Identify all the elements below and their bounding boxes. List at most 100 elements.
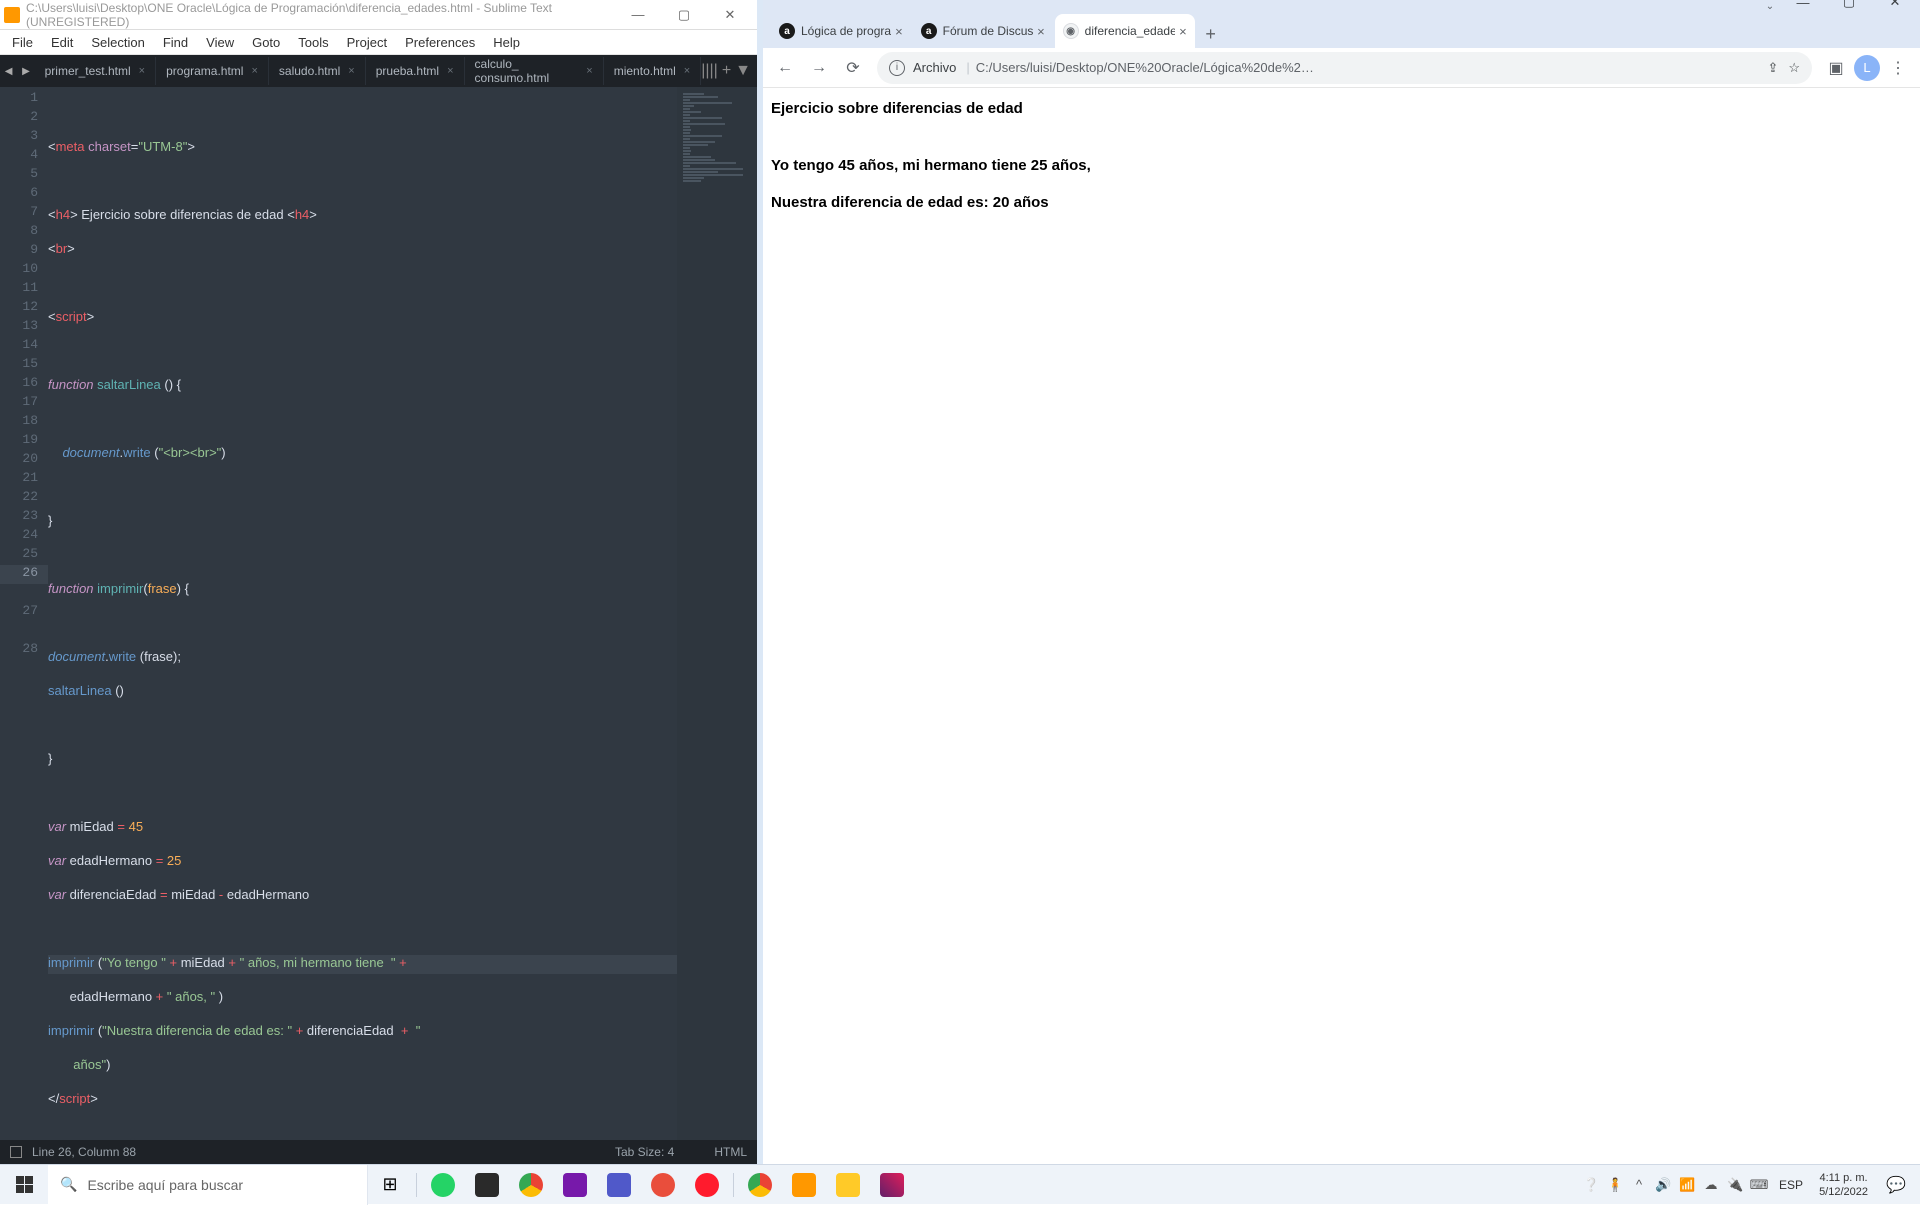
tab-close-icon[interactable]: × bbox=[586, 65, 592, 77]
tab-prev-icon[interactable]: ◀ bbox=[0, 66, 17, 77]
browser-tab[interactable]: aFórum de Discus× bbox=[913, 14, 1053, 48]
bookmark-icon[interactable]: ☆ bbox=[1788, 60, 1800, 76]
menu-tools[interactable]: Tools bbox=[290, 33, 336, 52]
tab-close-icon[interactable]: × bbox=[1179, 24, 1187, 39]
tab-close-icon[interactable]: × bbox=[895, 24, 903, 39]
taskbar-app-opera[interactable] bbox=[685, 1165, 729, 1205]
status-cursor: Line 26, Column 88 bbox=[32, 1145, 136, 1159]
tab-close-icon[interactable]: × bbox=[1037, 24, 1045, 39]
reload-button[interactable]: ⟳ bbox=[837, 52, 869, 84]
site-info-icon[interactable]: i bbox=[889, 60, 905, 76]
tab-scroll-icon[interactable]: |||| bbox=[701, 62, 718, 80]
chrome-tabstrip: aLógica de progra× aFórum de Discus× ◉di… bbox=[763, 12, 1920, 48]
tray-chevron-icon[interactable]: ^ bbox=[1627, 1165, 1651, 1205]
editor-tab[interactable]: primer_test.html × bbox=[35, 57, 156, 85]
status-panel-icon[interactable] bbox=[10, 1146, 22, 1158]
menu-file[interactable]: File bbox=[4, 33, 41, 52]
tray-date: 5/12/2022 bbox=[1819, 1185, 1868, 1199]
tab-label: Lógica de progra bbox=[801, 24, 891, 38]
taskbar-running-sublime[interactable] bbox=[782, 1165, 826, 1205]
menu-goto[interactable]: Goto bbox=[244, 33, 288, 52]
editor-tab[interactable]: calculo_ consumo.html × bbox=[465, 57, 604, 85]
taskbar-search[interactable]: 🔍 Escribe aquí para buscar bbox=[48, 1165, 368, 1205]
chrome-toolbar: ← → ⟳ i Archivo | C:/Users/luisi/Desktop… bbox=[763, 48, 1920, 88]
url-scheme: Archivo bbox=[913, 60, 956, 75]
close-button[interactable]: ✕ bbox=[707, 0, 753, 30]
tray-onedrive-icon[interactable]: ☁ bbox=[1699, 1165, 1723, 1205]
sublime-tabbar: ◀ ▶ primer_test.html × programa.html × sal… bbox=[0, 55, 757, 87]
taskbar-app-onenote[interactable] bbox=[553, 1165, 597, 1205]
tab-label: diferencia_edade bbox=[1085, 24, 1175, 38]
menu-preferences[interactable]: Preferences bbox=[397, 33, 483, 52]
browser-tab[interactable]: aLógica de progra× bbox=[771, 14, 911, 48]
url-separator: | bbox=[966, 60, 969, 75]
chrome-menu-icon[interactable]: ⋮ bbox=[1882, 52, 1914, 84]
profile-avatar[interactable]: L bbox=[1854, 55, 1880, 81]
menu-help[interactable]: Help bbox=[485, 33, 528, 52]
tab-close-icon[interactable]: × bbox=[348, 65, 354, 77]
menu-edit[interactable]: Edit bbox=[43, 33, 81, 52]
taskbar-app-teams[interactable] bbox=[597, 1165, 641, 1205]
sublime-titlebar[interactable]: C:\Users\luisi\Desktop\ONE Oracle\Lógica… bbox=[0, 0, 757, 30]
tab-menu-icon[interactable]: ▼ bbox=[735, 62, 751, 80]
tray-wifi-icon[interactable]: 📶 bbox=[1675, 1165, 1699, 1205]
back-button[interactable]: ← bbox=[769, 52, 801, 84]
editor-tab[interactable]: programa.html × bbox=[156, 57, 269, 85]
output-line-1: Yo tengo 45 años, mi hermano tiene 25 añ… bbox=[771, 157, 1912, 174]
editor-tab[interactable]: saludo.html× bbox=[269, 57, 366, 85]
tab-label: calculo_ consumo.html bbox=[475, 57, 579, 85]
chrome-caret-icon[interactable]: ⌄ bbox=[1760, 1, 1780, 12]
forward-button[interactable]: → bbox=[803, 52, 835, 84]
new-tab-button[interactable]: + bbox=[1197, 20, 1225, 48]
taskbar-app-whatsapp[interactable] bbox=[421, 1165, 465, 1205]
minimize-button[interactable]: — bbox=[615, 0, 661, 30]
tab-add-icon[interactable]: + bbox=[722, 62, 731, 80]
minimap[interactable] bbox=[677, 87, 757, 1140]
tray-volume-icon[interactable]: 🔊 bbox=[1651, 1165, 1675, 1205]
favicon-icon: a bbox=[921, 23, 937, 39]
menu-find[interactable]: Find bbox=[155, 33, 196, 52]
menu-view[interactable]: View bbox=[198, 33, 242, 52]
tray-battery-icon[interactable]: 🔌 bbox=[1723, 1165, 1747, 1205]
tray-language[interactable]: ESP bbox=[1771, 1178, 1811, 1192]
taskbar-app-store[interactable] bbox=[465, 1165, 509, 1205]
maximize-button[interactable]: ▢ bbox=[661, 0, 707, 30]
tray-clock[interactable]: 4:11 p. m. 5/12/2022 bbox=[1811, 1171, 1876, 1199]
search-placeholder: Escribe aquí para buscar bbox=[87, 1177, 243, 1193]
sublime-statusbar: Line 26, Column 88 Tab Size: 4 HTML bbox=[0, 1140, 757, 1164]
tray-keyboard-icon[interactable]: ⌨ bbox=[1747, 1165, 1771, 1205]
share-icon[interactable]: ⇪ bbox=[1767, 60, 1778, 76]
page-heading: Ejercicio sobre diferencias de edad bbox=[771, 100, 1912, 117]
editor-area[interactable]: 1234567891011121314151617181920212223242… bbox=[0, 87, 757, 1140]
tab-close-icon[interactable]: × bbox=[139, 65, 145, 77]
taskbar-app-chrome[interactable] bbox=[509, 1165, 553, 1205]
tab-label: primer_test.html bbox=[45, 64, 131, 78]
tab-next-icon[interactable]: ▶ bbox=[17, 66, 34, 77]
tab-close-icon[interactable]: × bbox=[447, 65, 453, 77]
taskbar-app-generic[interactable] bbox=[641, 1165, 685, 1205]
editor-tab[interactable]: miento.html × bbox=[604, 57, 701, 85]
browser-tab-active[interactable]: ◉diferencia_edade× bbox=[1055, 14, 1195, 48]
editor-tab[interactable]: prueba.html× bbox=[366, 57, 465, 85]
taskbar-running-slack[interactable] bbox=[870, 1165, 914, 1205]
status-tabsize[interactable]: Tab Size: 4 bbox=[615, 1145, 674, 1159]
tab-close-icon[interactable]: × bbox=[251, 65, 257, 77]
start-button[interactable] bbox=[0, 1165, 48, 1205]
tray-help-icon[interactable]: ❔ bbox=[1579, 1165, 1603, 1205]
tray-meet-icon[interactable]: 🧍 bbox=[1603, 1165, 1627, 1205]
sublime-title: C:\Users\luisi\Desktop\ONE Oracle\Lógica… bbox=[26, 1, 615, 29]
menu-project[interactable]: Project bbox=[339, 33, 395, 52]
side-panel-icon[interactable]: ▣ bbox=[1820, 52, 1852, 84]
code-content[interactable]: <meta charset="UTM-8"> <h4> Ejercicio so… bbox=[48, 87, 677, 1140]
tab-label: programa.html bbox=[166, 64, 243, 78]
chrome-titlebar[interactable]: ⌄ — ▢ ✕ bbox=[763, 0, 1920, 12]
tray-notifications-icon[interactable]: 💬 bbox=[1876, 1175, 1916, 1195]
tab-close-icon[interactable]: × bbox=[684, 65, 690, 77]
status-syntax[interactable]: HTML bbox=[714, 1145, 747, 1159]
menu-selection[interactable]: Selection bbox=[83, 33, 152, 52]
task-view-icon[interactable]: ⊞ bbox=[368, 1165, 412, 1205]
address-bar[interactable]: i Archivo | C:/Users/luisi/Desktop/ONE%2… bbox=[877, 52, 1812, 84]
tab-label: miento.html bbox=[614, 64, 676, 78]
taskbar-running-explorer[interactable] bbox=[826, 1165, 870, 1205]
taskbar-running-chrome[interactable] bbox=[738, 1165, 782, 1205]
